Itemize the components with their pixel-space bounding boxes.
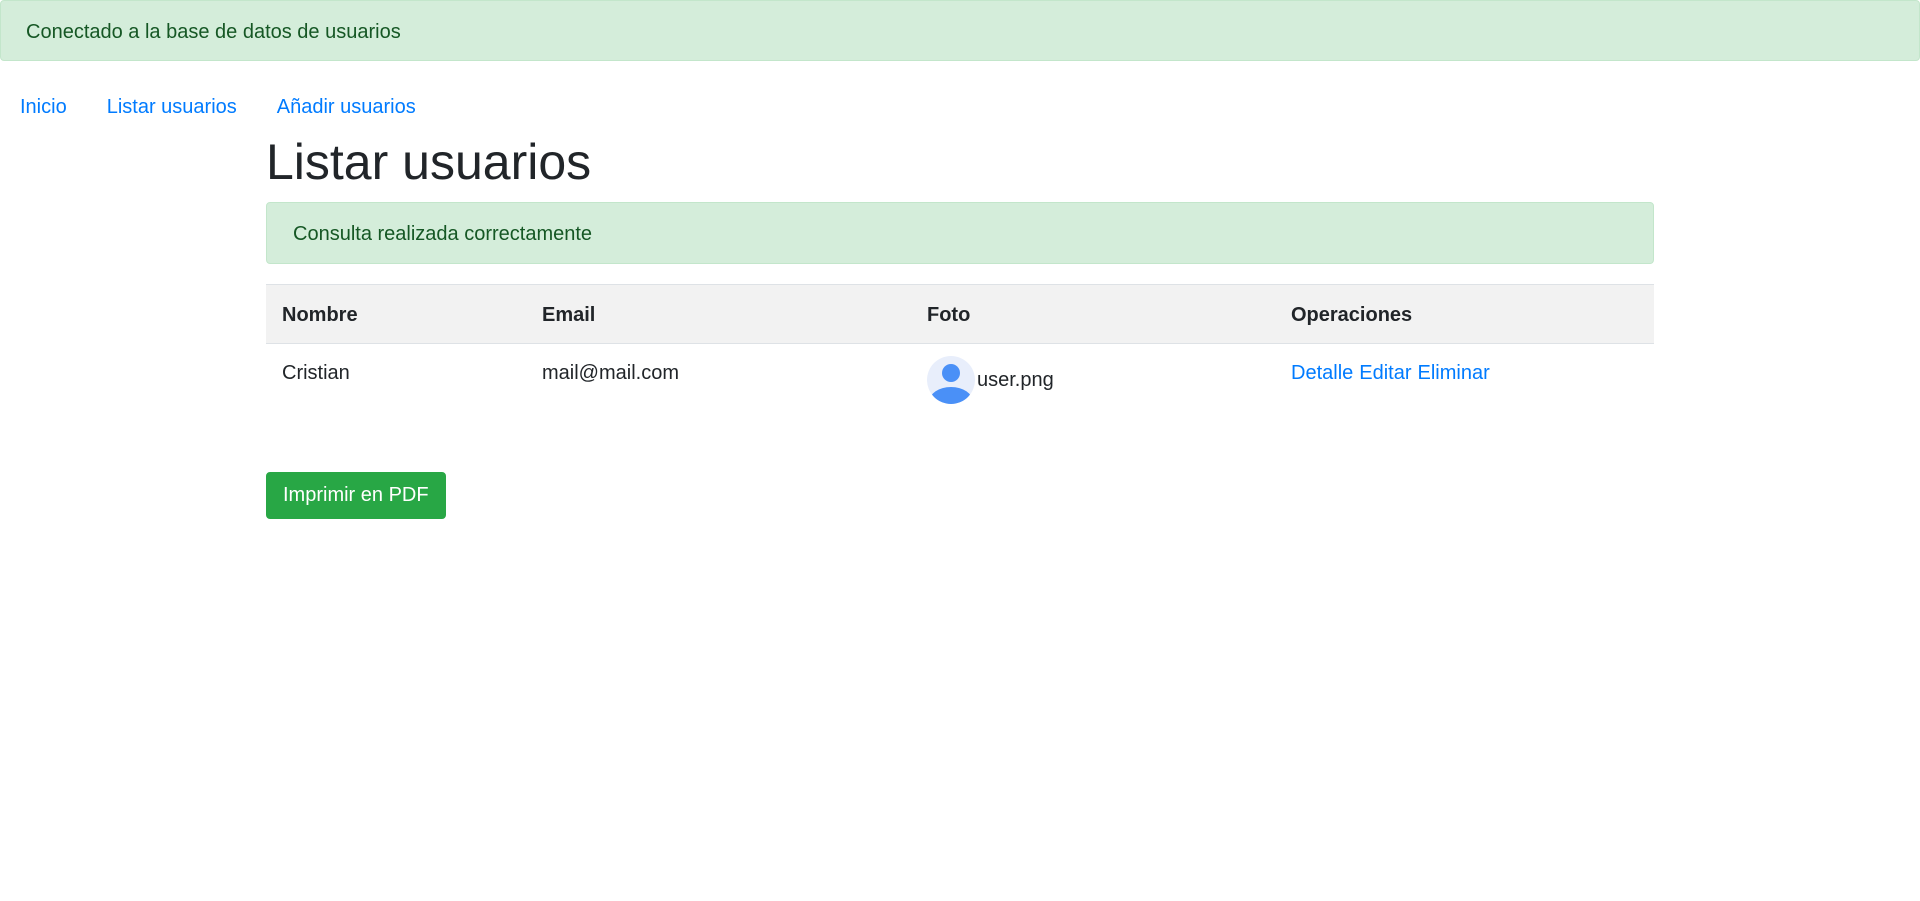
eliminar-link[interactable]: Eliminar (1418, 362, 1490, 384)
user-avatar-icon (927, 356, 975, 404)
query-success-alert-text: Consulta realizada correctamente (293, 223, 593, 245)
header-operaciones: Operaciones (1275, 284, 1654, 344)
header-foto: Foto (911, 284, 1275, 344)
cell-nombre: Cristian (282, 362, 350, 384)
main-nav: Inicio Listar usuarios Añadir usuarios (20, 96, 416, 119)
db-connection-alert-text: Conectado a la base de datos de usuarios (26, 21, 401, 43)
editar-link[interactable]: Editar (1359, 362, 1411, 384)
cell-foto: user.png (911, 344, 1275, 423)
db-connection-alert: Conectado a la base de datos de usuarios (0, 0, 1920, 61)
header-nombre: Nombre (266, 284, 526, 344)
main-content: Listar usuarios Consulta realizada corre… (266, 130, 1654, 519)
user-avatar-svg (929, 364, 973, 404)
foto-filename: user.png (977, 368, 1054, 391)
detalle-link[interactable]: Detalle (1291, 362, 1353, 384)
print-pdf-button[interactable]: Imprimir en PDF (266, 472, 446, 519)
foto-wrapper: user.png (927, 356, 1259, 404)
users-table: Nombre Email Foto Operaciones Cristian m… (266, 284, 1654, 422)
cell-email: mail@mail.com (542, 362, 679, 384)
page-title: Listar usuarios (266, 134, 592, 190)
table-header-row: Nombre Email Foto Operaciones (266, 284, 1654, 344)
cell-operaciones: Detalle Editar Eliminar (1275, 344, 1654, 423)
header-email: Email (526, 284, 911, 344)
nav-link-anadir-usuarios[interactable]: Añadir usuarios (277, 96, 416, 119)
table-row: Cristian mail@mail.com user.png Detalle … (266, 344, 1654, 423)
nav-link-inicio[interactable]: Inicio (20, 96, 67, 119)
query-success-alert: Consulta realizada correctamente (266, 202, 1654, 264)
nav-link-listar-usuarios[interactable]: Listar usuarios (107, 96, 237, 119)
